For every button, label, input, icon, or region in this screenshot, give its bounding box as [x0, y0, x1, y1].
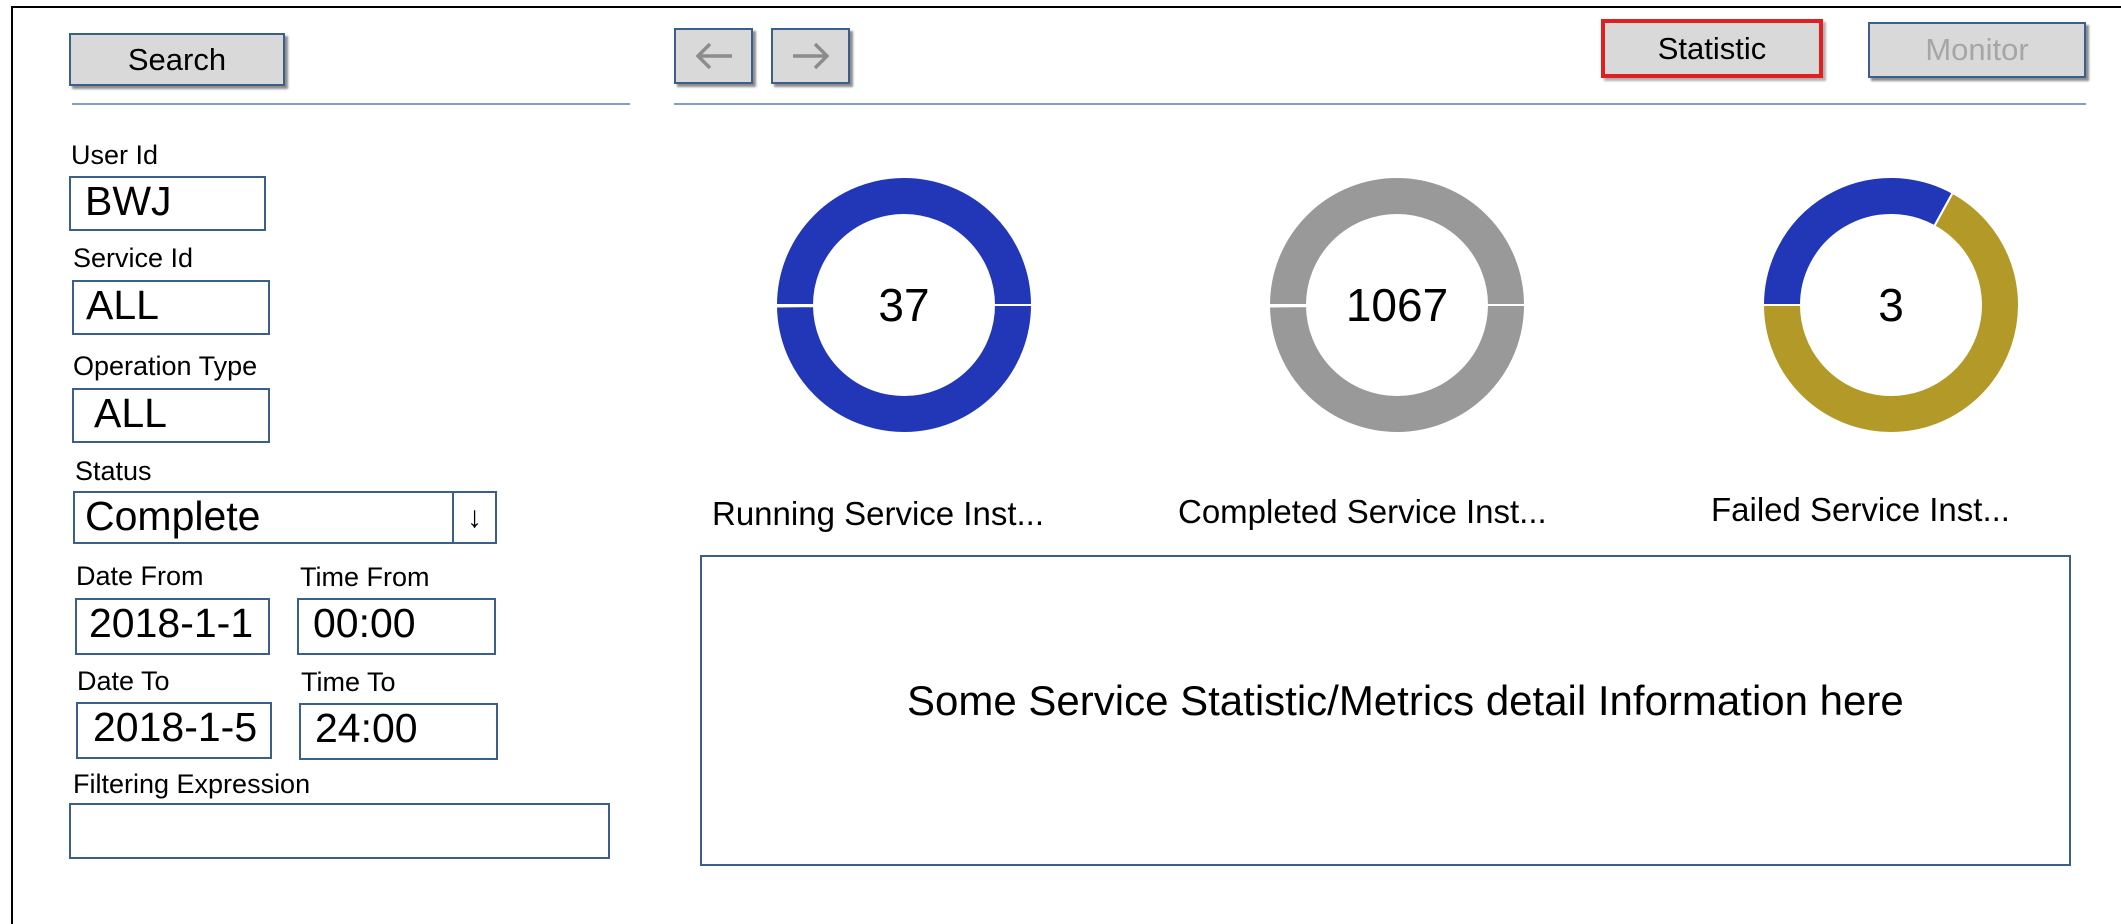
date-to-field[interactable]: 2018-1-5	[76, 702, 272, 759]
failed-count-label: 3	[1878, 279, 1904, 331]
status-select[interactable]: Complete ↓	[73, 491, 497, 544]
chart-running-instances: 37	[774, 176, 1034, 434]
search-divider	[72, 103, 630, 105]
time-from-label: Time From	[300, 562, 430, 592]
operation-type-field[interactable]: ALL	[72, 388, 270, 443]
failed-chart-title: Failed Service Inst...	[1711, 491, 2010, 528]
time-to-label: Time To	[301, 667, 396, 697]
monitor-button[interactable]: Monitor	[1868, 22, 2086, 78]
status-label: Status	[75, 456, 152, 486]
user-id-label: User Id	[71, 140, 159, 170]
chart-completed-instances: 1067	[1267, 176, 1527, 434]
toolbar-divider	[674, 103, 2086, 105]
chart-failed-instances: 3	[1761, 176, 2020, 434]
date-from-label: Date From	[76, 561, 204, 591]
operation-type-label: Operation Type	[73, 351, 258, 381]
filtering-expression-field[interactable]	[69, 803, 610, 859]
completed-count-label: 1067	[1346, 279, 1448, 331]
date-to-label: Date To	[77, 666, 170, 696]
status-selected-value: Complete	[85, 493, 261, 539]
search-button[interactable]: Search	[69, 33, 285, 86]
arrow-right-icon	[792, 42, 829, 70]
statistics-detail-panel: Some Service Statistic/Metrics detail In…	[700, 555, 2071, 866]
running-count-label: 37	[878, 279, 929, 331]
detail-placeholder-text: Some Service Statistic/Metrics detail In…	[907, 677, 1904, 724]
time-from-field[interactable]: 00:00	[297, 598, 496, 655]
donut-slice-0	[1761, 176, 1955, 306]
date-from-field[interactable]: 2018-1-1	[75, 598, 270, 655]
running-chart-title: Running Service Inst...	[712, 495, 1044, 532]
service-id-label: Service Id	[73, 243, 194, 273]
user-id-field[interactable]: BWJ	[69, 176, 266, 231]
statistic-button-label: Statistic	[1657, 30, 1767, 66]
search-button-label: Search	[127, 41, 227, 77]
filtering-expression-label: Filtering Expression	[73, 769, 311, 799]
back-button[interactable]	[674, 28, 753, 84]
monitor-button-label: Monitor	[1925, 32, 2029, 67]
dropdown-arrow-icon[interactable]: ↓	[452, 493, 495, 542]
time-to-field[interactable]: 24:00	[299, 703, 498, 760]
statistic-button[interactable]: Statistic	[1601, 19, 1823, 78]
forward-button[interactable]	[771, 28, 850, 84]
arrow-left-icon	[695, 42, 732, 70]
service-id-field[interactable]: ALL	[72, 280, 270, 335]
completed-chart-title: Completed Service Inst...	[1178, 493, 1547, 530]
